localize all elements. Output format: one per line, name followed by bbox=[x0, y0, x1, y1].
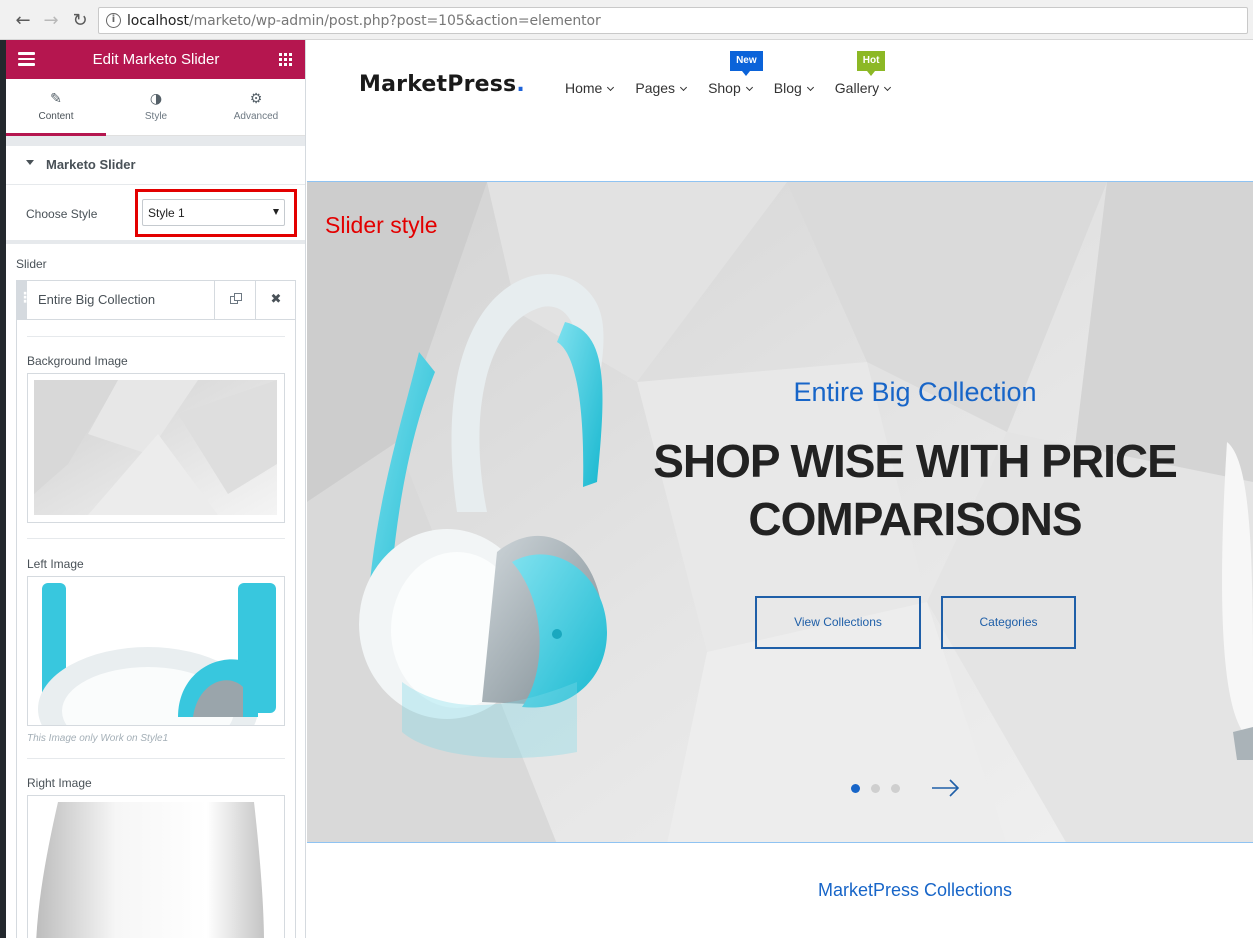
categories-button[interactable]: Categories bbox=[941, 596, 1076, 649]
slider-dot[interactable] bbox=[871, 784, 880, 793]
left-image-note: This Image only Work on Style1 bbox=[27, 733, 169, 744]
copy-icon bbox=[230, 293, 242, 305]
logo-text: MarketPress bbox=[359, 72, 517, 97]
divider bbox=[27, 538, 285, 539]
tab-style[interactable]: ◑ Style bbox=[106, 79, 206, 135]
background-image-label: Background Image bbox=[27, 354, 128, 368]
url-host: localhost bbox=[127, 13, 189, 29]
url-path: /marketo/wp-admin/post.php?post=105&acti… bbox=[188, 13, 601, 29]
chevron-down-icon bbox=[680, 83, 688, 92]
tab-advanced-label: Advanced bbox=[233, 111, 279, 122]
back-icon[interactable]: ← bbox=[12, 10, 34, 32]
slider-style-annotation: Slider style bbox=[325, 212, 438, 238]
tab-advanced[interactable]: ⚙ Advanced bbox=[206, 79, 305, 135]
panel-header: Edit Marketo Slider bbox=[6, 40, 305, 79]
chevron-down-icon bbox=[745, 83, 753, 92]
headphone-thumbnail bbox=[28, 577, 284, 725]
chevron-down-icon bbox=[806, 83, 814, 92]
left-image-picker[interactable] bbox=[27, 576, 285, 726]
background-image-thumbnail bbox=[34, 380, 277, 515]
main-menu: Home Pages New Shop Blog Hot Gallery bbox=[565, 51, 912, 96]
arrow-right-icon[interactable] bbox=[931, 778, 961, 798]
gear-icon: ⚙ bbox=[249, 91, 263, 107]
menu-item-gallery[interactable]: Hot Gallery bbox=[834, 51, 892, 96]
delete-button[interactable]: ✖ bbox=[255, 281, 296, 319]
menu-item-label: Gallery bbox=[834, 80, 880, 96]
info-icon[interactable]: i bbox=[106, 13, 121, 28]
reload-icon[interactable]: ↻ bbox=[69, 10, 91, 32]
caret-down-icon bbox=[26, 160, 34, 165]
style-select[interactable]: Style 1 bbox=[142, 199, 285, 226]
choose-style-label: Choose Style bbox=[26, 207, 98, 221]
panel-title: Edit Marketo Slider bbox=[92, 51, 220, 68]
address-bar[interactable]: i localhost/marketo/wp-admin/post.php?po… bbox=[98, 7, 1248, 34]
choose-style-control: Choose Style Style 1 bbox=[6, 185, 305, 240]
browser-toolbar: ← → ↻ i localhost/marketo/wp-admin/post.… bbox=[0, 0, 1253, 40]
style-select-value: Style 1 bbox=[148, 206, 185, 220]
menu-item-label: Pages bbox=[635, 80, 676, 96]
widgets-grid-icon[interactable] bbox=[279, 53, 292, 66]
section-title: Marketo Slider bbox=[46, 157, 136, 172]
menu-item-shop[interactable]: New Shop bbox=[708, 51, 763, 96]
divider bbox=[27, 758, 285, 759]
menu-item-label: Blog bbox=[773, 80, 802, 96]
tab-style-label: Style bbox=[144, 111, 168, 122]
slide-heading-line1: SHOP WISE WITH PRICE bbox=[653, 435, 1178, 487]
tab-content-label: Content bbox=[38, 111, 74, 122]
drag-handle-icon[interactable] bbox=[17, 281, 32, 319]
chevron-down-icon bbox=[607, 83, 615, 92]
slider-dot-active[interactable] bbox=[851, 784, 860, 793]
collections-heading: MarketPress Collections bbox=[817, 880, 1013, 900]
slider-label: Slider bbox=[16, 257, 47, 271]
menu-item-blog[interactable]: Blog bbox=[773, 80, 814, 96]
menu-item-home[interactable]: Home bbox=[565, 80, 615, 96]
view-collections-button[interactable]: View Collections bbox=[755, 596, 921, 649]
repeater-item[interactable]: Entire Big Collection ✖ bbox=[16, 280, 296, 320]
hot-badge: Hot bbox=[856, 51, 886, 76]
background-image-picker[interactable] bbox=[27, 373, 285, 523]
slider-repeater: Slider Entire Big Collection ✖ Backgroun… bbox=[6, 244, 305, 938]
repeater-item-title[interactable]: Entire Big Collection bbox=[38, 292, 155, 307]
menu-item-label: Shop bbox=[708, 80, 741, 96]
editor-panel: Edit Marketo Slider ✎ Content ◑ Style ⚙ … bbox=[6, 40, 306, 938]
dropdown-arrow-icon bbox=[273, 209, 279, 215]
menu-item-pages[interactable]: Pages bbox=[635, 80, 688, 96]
divider bbox=[27, 336, 285, 337]
slider-dot[interactable] bbox=[891, 784, 900, 793]
panel-tabs: ✎ Content ◑ Style ⚙ Advanced bbox=[6, 79, 305, 136]
right-image-picker[interactable] bbox=[27, 795, 285, 938]
repeater-item-body: Background Image Left Image This Image o… bbox=[16, 320, 296, 938]
vase-thumbnail bbox=[28, 796, 284, 938]
forward-icon[interactable]: → bbox=[40, 10, 62, 32]
menu-item-label: Home bbox=[565, 80, 603, 96]
section-marketo-slider[interactable]: Marketo Slider bbox=[6, 146, 305, 185]
new-badge: New bbox=[730, 51, 763, 76]
duplicate-button[interactable] bbox=[214, 281, 255, 319]
pencil-icon: ✎ bbox=[50, 91, 62, 107]
slide-heading-line2: COMPARISONS bbox=[748, 493, 1082, 545]
chevron-down-icon bbox=[884, 83, 892, 92]
contrast-icon: ◑ bbox=[149, 91, 163, 107]
tab-content[interactable]: ✎ Content bbox=[6, 79, 106, 136]
site-preview: MarketPress. Home Pages New Shop Blog Ho… bbox=[307, 40, 1253, 938]
logo-dot: . bbox=[516, 72, 525, 97]
slider-dots bbox=[851, 784, 911, 793]
slide-subtitle: Entire Big Collection bbox=[793, 377, 1037, 407]
hero-slider[interactable]: Slider style Entire Big Collection SHOP … bbox=[307, 181, 1253, 843]
url-text[interactable]: localhost/marketo/wp-admin/post.php?post… bbox=[127, 13, 601, 29]
left-image-label: Left Image bbox=[27, 557, 84, 571]
right-image-label: Right Image bbox=[27, 776, 92, 790]
site-logo[interactable]: MarketPress. bbox=[359, 72, 525, 97]
slide-heading: SHOP WISE WITH PRICE COMPARISONS bbox=[637, 432, 1193, 548]
